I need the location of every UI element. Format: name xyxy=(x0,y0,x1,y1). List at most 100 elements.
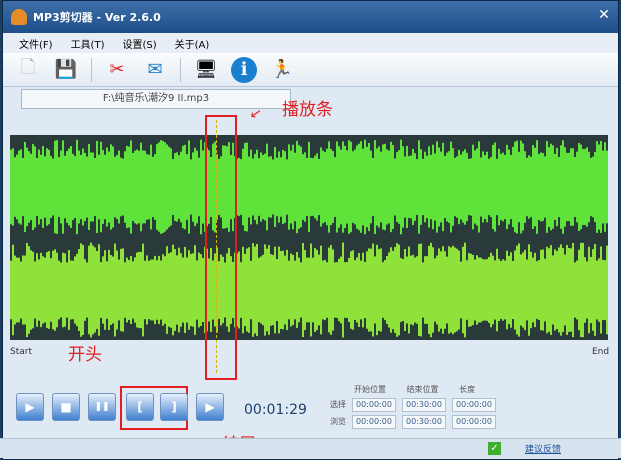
waveform-sample xyxy=(162,140,164,234)
status-bar: ✓ 建议反馈 xyxy=(0,438,621,458)
waveform-sample xyxy=(150,144,152,230)
waveform-sample xyxy=(254,246,256,334)
waveform-sample xyxy=(246,142,248,232)
waveform-sample xyxy=(394,158,396,216)
waveform-sample xyxy=(462,151,464,223)
waveform-sample xyxy=(512,260,514,320)
waveform-sample xyxy=(78,150,80,224)
new-file-icon[interactable]: 🗋 xyxy=(15,57,41,83)
waveform-sample xyxy=(518,151,520,223)
waveform-sample xyxy=(496,248,498,332)
waveform-sample xyxy=(14,255,16,325)
waveform-sample xyxy=(410,255,412,325)
browse-start-field[interactable]: 00:00:00 xyxy=(352,415,396,429)
menu-file[interactable]: 文件(F) xyxy=(19,36,53,51)
waveform-sample xyxy=(544,258,546,322)
waveform-sample xyxy=(560,244,562,336)
divider xyxy=(180,57,181,82)
browse-end-field[interactable]: 00:30:00 xyxy=(402,415,446,429)
waveform-sample xyxy=(538,260,540,320)
mail-icon[interactable]: ✉ xyxy=(142,57,168,83)
waveform-sample xyxy=(508,255,510,325)
waveform-sample xyxy=(364,139,366,235)
waveform-sample xyxy=(376,148,378,226)
monitor-icon[interactable]: 🖥 xyxy=(193,57,219,83)
play-button[interactable]: ▶ xyxy=(16,393,44,421)
waveform-sample xyxy=(488,256,490,324)
close-button[interactable]: ✕ xyxy=(594,7,614,25)
save-icon[interactable]: 💾 xyxy=(53,57,79,83)
pause-button[interactable]: ❚❚ xyxy=(88,393,116,421)
play-selection-button[interactable]: ▶ xyxy=(196,393,224,421)
feedback-link[interactable]: 建议反馈 xyxy=(525,442,561,455)
waveform-sample xyxy=(248,247,250,333)
waveform-sample xyxy=(556,147,558,227)
waveform-sample xyxy=(110,255,112,325)
waveform-sample xyxy=(470,253,472,327)
stop-button[interactable]: ■ xyxy=(52,393,80,421)
waveform-sample xyxy=(50,258,52,322)
person-icon[interactable]: 🏃 xyxy=(269,57,295,83)
waveform-sample xyxy=(242,246,244,334)
menu-bar: 文件(F) 工具(T) 设置(S) 关于(A) xyxy=(3,33,618,53)
waveform-sample xyxy=(554,153,556,221)
waveform-sample xyxy=(548,248,550,332)
waveform-sample xyxy=(344,262,346,318)
waveform-sample xyxy=(580,144,582,230)
menu-tools[interactable]: 工具(T) xyxy=(71,36,105,51)
waveform-sample xyxy=(482,259,484,321)
browse-length-field[interactable]: 00:00:00 xyxy=(452,415,496,429)
waveform-sample xyxy=(356,145,358,229)
waveform-sample xyxy=(154,154,156,220)
waveform-sample xyxy=(586,147,588,227)
waveform-sample xyxy=(344,145,346,229)
waveform-sample xyxy=(48,251,50,329)
file-tab[interactable]: F:\纯音乐\潮汐9 II.mp3 xyxy=(21,89,291,109)
waveform-sample xyxy=(298,257,300,323)
waveform-sample xyxy=(72,260,74,320)
waveform-sample xyxy=(88,144,90,230)
waveform-sample xyxy=(574,262,576,318)
waveform-sample xyxy=(528,244,530,336)
waveform-sample xyxy=(170,252,172,328)
waveform-sample xyxy=(428,146,430,228)
waveform-sample xyxy=(126,145,128,229)
waveform-sample xyxy=(56,140,58,234)
info-icon[interactable]: ℹ xyxy=(231,56,257,83)
waveform-sample xyxy=(108,249,110,331)
waveform-sample xyxy=(448,246,450,334)
menu-about[interactable]: 关于(A) xyxy=(175,36,210,51)
set-end-button[interactable]: ] xyxy=(160,393,188,421)
waveform-sample xyxy=(42,146,44,228)
waveform-sample xyxy=(22,255,24,325)
waveform-sample xyxy=(430,242,432,338)
waveform-sample xyxy=(144,150,146,224)
select-end-field[interactable]: 00:30:00 xyxy=(402,398,446,412)
waveform-sample xyxy=(164,256,166,324)
select-start-field[interactable]: 00:00:00 xyxy=(352,398,396,412)
menu-settings[interactable]: 设置(S) xyxy=(122,36,156,51)
waveform-sample xyxy=(524,151,526,223)
set-start-button[interactable]: [ xyxy=(126,393,154,421)
scissors-icon[interactable]: ✂ xyxy=(104,57,130,83)
waveform-sample xyxy=(64,253,66,327)
waveform-sample xyxy=(318,254,320,326)
waveform-sample xyxy=(80,243,82,337)
waveform-sample xyxy=(528,155,530,219)
waveform-sample xyxy=(290,150,292,224)
waveform-sample xyxy=(438,248,440,332)
waveform-sample xyxy=(478,141,480,233)
waveform-sample xyxy=(366,146,368,228)
waveform-sample xyxy=(94,157,96,217)
waveform-sample xyxy=(452,148,454,226)
select-length-field[interactable]: 00:00:00 xyxy=(452,398,496,412)
waveform-sample xyxy=(104,154,106,220)
waveform[interactable] xyxy=(10,135,608,340)
waveform-sample xyxy=(472,254,474,326)
waveform-sample xyxy=(382,262,384,318)
waveform-sample xyxy=(176,152,178,222)
waveform-sample xyxy=(32,143,34,231)
waveform-sample xyxy=(362,148,364,226)
waveform-sample xyxy=(34,261,36,319)
waveform-sample xyxy=(286,249,288,331)
